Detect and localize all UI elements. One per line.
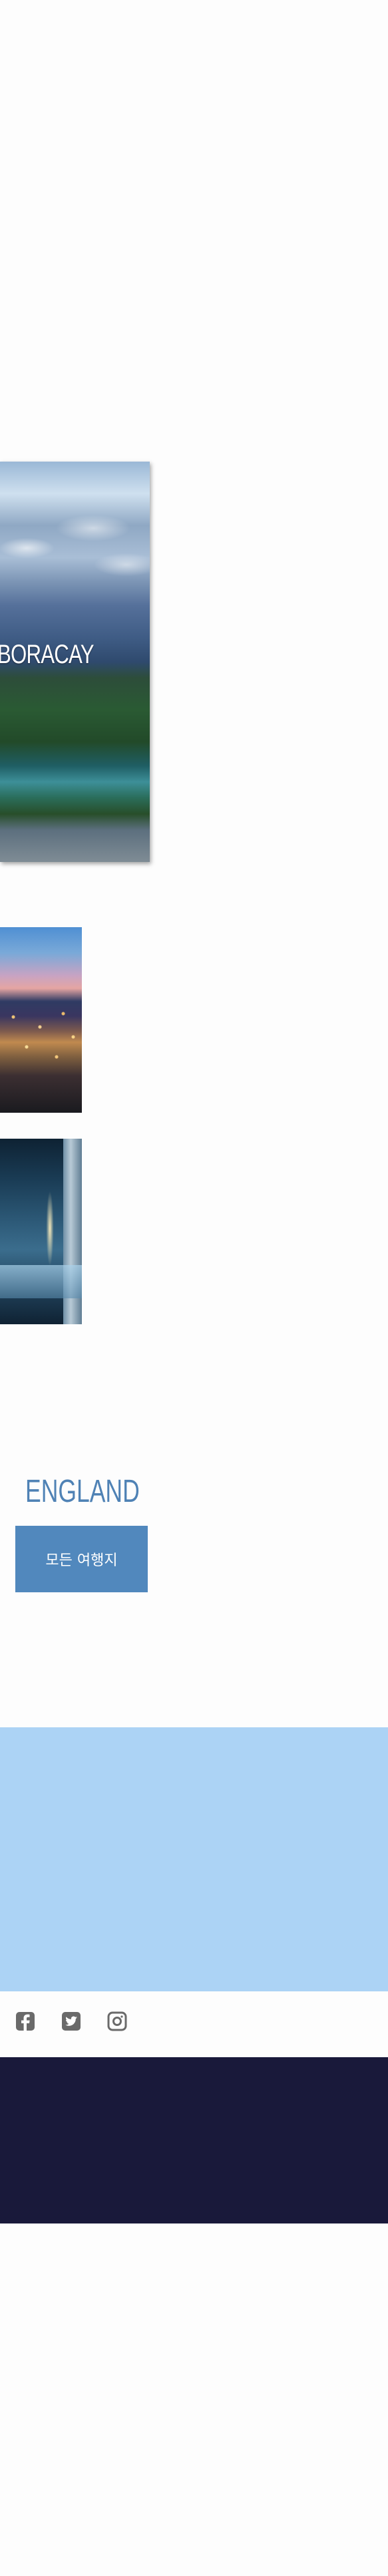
footer <box>0 2057 388 2223</box>
hero-title: BORACAY <box>0 640 95 669</box>
content-band <box>0 1727 388 1991</box>
hero-clouds-image <box>0 501 150 581</box>
city-lights-image <box>0 997 82 1077</box>
facebook-link[interactable] <box>15 2011 35 2031</box>
night-building-thumbnail[interactable] <box>0 1139 82 1324</box>
pool-image <box>0 1265 82 1298</box>
night-city-thumbnail[interactable] <box>0 927 82 1113</box>
all-destinations-button[interactable]: 모든 여행지 <box>15 1526 148 1592</box>
instagram-link[interactable] <box>107 2011 127 2031</box>
twitter-link[interactable] <box>61 2011 81 2031</box>
facebook-icon <box>16 2012 35 2031</box>
light-glow-image <box>45 1179 55 1278</box>
twitter-icon <box>62 2012 81 2031</box>
destination-heading: ENGLAND <box>25 1474 140 1509</box>
instagram-icon <box>107 2011 127 2031</box>
boracay-hero-card[interactable]: BORACAY <box>0 462 150 862</box>
